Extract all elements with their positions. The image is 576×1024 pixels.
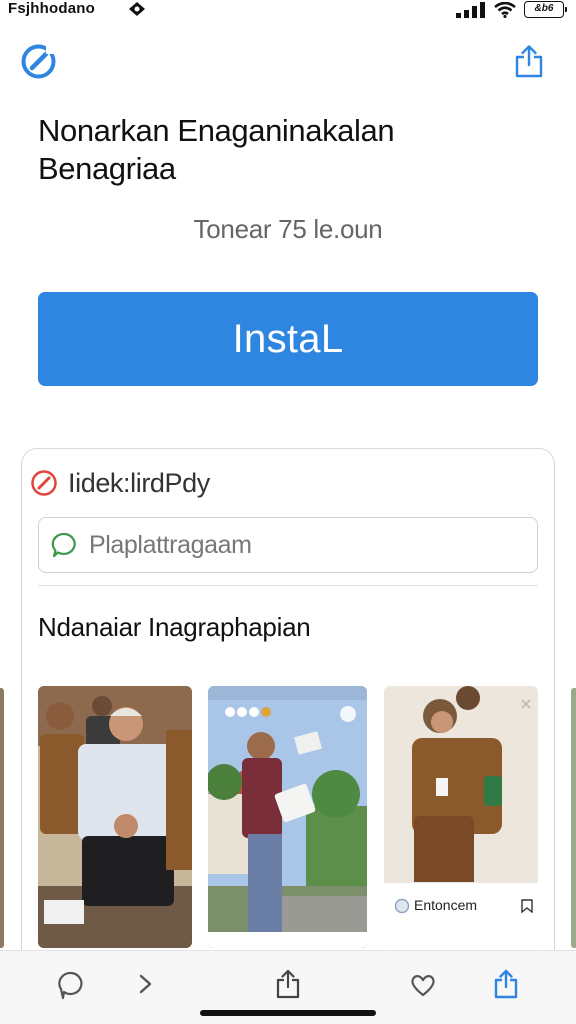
home-indicator[interactable]: [200, 1010, 376, 1016]
bookmark-icon[interactable]: [520, 899, 534, 913]
wifi-icon: [494, 1, 516, 18]
screenshot-1[interactable]: [38, 686, 192, 948]
chat-bubble-icon[interactable]: [56, 968, 86, 1000]
heart-icon[interactable]: [408, 968, 438, 1000]
chat-bubble-icon: [51, 532, 76, 558]
install-button[interactable]: InstaL: [38, 292, 538, 386]
carousel-prev-peek[interactable]: [0, 688, 4, 948]
gauge-logo-icon[interactable]: [20, 43, 57, 80]
chevron-right-icon[interactable]: [130, 968, 160, 1000]
carrier-name: Fsjhhodano: [8, 0, 95, 17]
card-row-label[interactable]: Iidek:lirdPdy: [30, 468, 210, 498]
gauge-icon: [31, 470, 57, 496]
carousel-next-peek[interactable]: [571, 688, 576, 948]
share-icon[interactable]: [491, 968, 521, 1000]
search-field-text: Plaplattragaam: [89, 530, 252, 559]
section-title: Ndanaiar Inagraphapian: [38, 612, 311, 642]
circle-icon: [394, 898, 410, 914]
share-icon[interactable]: [513, 44, 545, 78]
screenshot-2[interactable]: [208, 686, 367, 948]
signal-icon: [456, 1, 485, 18]
card-row-text: Iidek:lirdPdy: [68, 467, 210, 498]
screenshot-3-caption: Entoncem: [384, 882, 538, 948]
caption-text: Entoncem: [414, 897, 478, 913]
app-subtitle: Tonear 75 le.oun: [193, 214, 383, 244]
share-icon[interactable]: [273, 968, 303, 1000]
battery-indicator: &b6: [524, 1, 567, 18]
app-title: Nonarkan Enaganinakalan Benagriaa: [38, 113, 395, 186]
divider: [38, 585, 538, 586]
screenshot-3[interactable]: Entoncem: [384, 686, 538, 948]
status-bar: Fsjhhodano &b6: [0, 0, 576, 22]
location-icon: [129, 2, 145, 16]
search-field[interactable]: Plaplattragaam: [38, 517, 538, 573]
